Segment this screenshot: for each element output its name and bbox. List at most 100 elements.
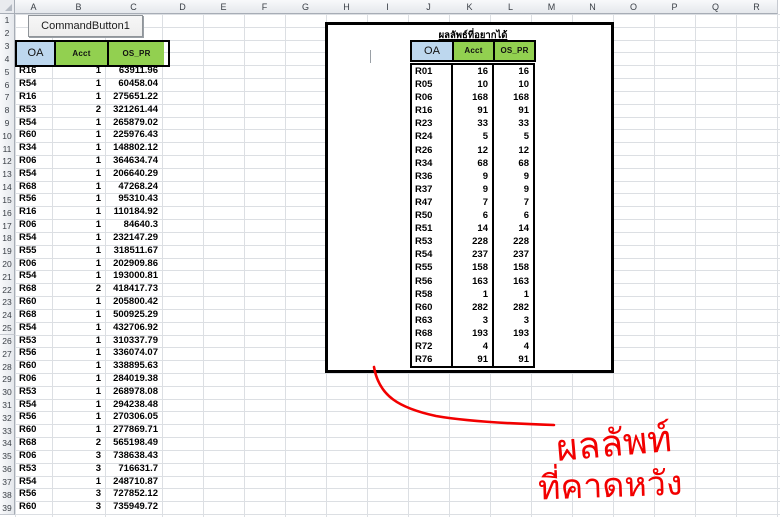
cell-C13[interactable]: 206640.29	[106, 168, 162, 181]
row-header-13[interactable]: 13	[0, 168, 15, 182]
row-header-11[interactable]: 11	[0, 142, 15, 156]
row-header-23[interactable]: 23	[0, 296, 15, 310]
row-header-22[interactable]: 22	[0, 283, 15, 297]
cell-C26[interactable]: 310337.79	[106, 335, 162, 348]
row-header-16[interactable]: 16	[0, 206, 15, 220]
row-header-37[interactable]: 37	[0, 476, 15, 490]
cell-B8[interactable]: 2	[53, 104, 105, 117]
cell-A31[interactable]: R54	[16, 399, 52, 412]
cell-B31[interactable]: 1	[53, 399, 105, 412]
cell-C21[interactable]: 193000.81	[106, 270, 162, 283]
cell-A29[interactable]: R06	[16, 373, 52, 386]
row-header-8[interactable]: 8	[0, 104, 15, 118]
cell-A38[interactable]: R56	[16, 488, 52, 501]
row-header-20[interactable]: 20	[0, 258, 15, 272]
cell-B39[interactable]: 3	[53, 501, 105, 514]
cell-C30[interactable]: 268978.08	[106, 386, 162, 399]
cell-A36[interactable]: R53	[16, 463, 52, 476]
cell-C37[interactable]: 248710.87	[106, 476, 162, 489]
row-header-19[interactable]: 19	[0, 245, 15, 259]
row-header-6[interactable]: 6	[0, 78, 15, 92]
row-header-34[interactable]: 34	[0, 437, 15, 451]
cell-C7[interactable]: 275651.22	[106, 91, 162, 104]
column-header-F[interactable]: F	[244, 0, 286, 14]
cell-A14[interactable]: R68	[16, 181, 52, 194]
column-header-R[interactable]: R	[736, 0, 778, 14]
cell-C25[interactable]: 432706.92	[106, 322, 162, 335]
column-header-K[interactable]: K	[449, 0, 491, 14]
cell-C20[interactable]: 202909.86	[106, 258, 162, 271]
cell-B18[interactable]: 1	[53, 232, 105, 245]
row-header-26[interactable]: 26	[0, 335, 15, 349]
row-header-15[interactable]: 15	[0, 193, 15, 207]
cell-C29[interactable]: 284019.38	[106, 373, 162, 386]
cell-A7[interactable]: R16	[16, 91, 52, 104]
main-header-acct[interactable]: Acct	[54, 42, 107, 66]
cell-A23[interactable]: R60	[16, 296, 52, 309]
row-header-39[interactable]: 39	[0, 501, 15, 515]
cell-C23[interactable]: 205800.42	[106, 296, 162, 309]
cell-C12[interactable]: 364634.74	[106, 155, 162, 168]
cell-B19[interactable]: 1	[53, 245, 105, 258]
cell-C17[interactable]: 84640.3	[106, 219, 162, 232]
row-header-7[interactable]: 7	[0, 91, 15, 105]
row-header-17[interactable]: 17	[0, 219, 15, 233]
cell-A26[interactable]: R53	[16, 335, 52, 348]
cell-A20[interactable]: R06	[16, 258, 52, 271]
row-header-29[interactable]: 29	[0, 373, 15, 387]
cell-B38[interactable]: 3	[53, 488, 105, 501]
cell-C11[interactable]: 148802.12	[106, 142, 162, 155]
column-header-E[interactable]: E	[203, 0, 245, 14]
row-header-25[interactable]: 25	[0, 322, 15, 336]
cell-B15[interactable]: 1	[53, 193, 105, 206]
row-header-14[interactable]: 14	[0, 181, 15, 195]
cell-B34[interactable]: 2	[53, 437, 105, 450]
column-header-P[interactable]: P	[654, 0, 696, 14]
row-header-36[interactable]: 36	[0, 463, 15, 477]
cell-A30[interactable]: R53	[16, 386, 52, 399]
cell-C31[interactable]: 294238.48	[106, 399, 162, 412]
cell-B16[interactable]: 1	[53, 206, 105, 219]
cell-A16[interactable]: R16	[16, 206, 52, 219]
row-header-1[interactable]: 1	[0, 14, 15, 28]
cell-B36[interactable]: 3	[53, 463, 105, 476]
cell-A17[interactable]: R06	[16, 219, 52, 232]
cell-B32[interactable]: 1	[53, 411, 105, 424]
cell-B26[interactable]: 1	[53, 335, 105, 348]
cell-A19[interactable]: R55	[16, 245, 52, 258]
column-header-D[interactable]: D	[162, 0, 204, 14]
row-header-4[interactable]: 4	[0, 52, 15, 66]
cell-C38[interactable]: 727852.12	[106, 488, 162, 501]
row-header-12[interactable]: 12	[0, 155, 15, 169]
cell-A39[interactable]: R60	[16, 501, 52, 514]
column-header-G[interactable]: G	[285, 0, 327, 14]
cell-B20[interactable]: 1	[53, 258, 105, 271]
cell-A8[interactable]: R53	[16, 104, 52, 117]
column-header-N[interactable]: N	[572, 0, 614, 14]
cell-B21[interactable]: 1	[53, 270, 105, 283]
cell-B22[interactable]: 2	[53, 283, 105, 296]
cell-B14[interactable]: 1	[53, 181, 105, 194]
cell-B7[interactable]: 1	[53, 91, 105, 104]
cell-C27[interactable]: 336074.07	[106, 347, 162, 360]
column-header-H[interactable]: H	[326, 0, 368, 14]
row-header-24[interactable]: 24	[0, 309, 15, 323]
cell-C36[interactable]: 716631.7	[106, 463, 162, 476]
cell-A15[interactable]: R56	[16, 193, 52, 206]
cell-A18[interactable]: R54	[16, 232, 52, 245]
cell-B10[interactable]: 1	[53, 129, 105, 142]
cell-A25[interactable]: R54	[16, 322, 52, 335]
cell-B28[interactable]: 1	[53, 360, 105, 373]
cell-C32[interactable]: 270306.05	[106, 411, 162, 424]
cell-C24[interactable]: 500925.29	[106, 309, 162, 322]
cell-C15[interactable]: 95310.43	[106, 193, 162, 206]
column-header-I[interactable]: I	[367, 0, 409, 14]
cell-B35[interactable]: 3	[53, 450, 105, 463]
cell-B30[interactable]: 1	[53, 386, 105, 399]
column-header-A[interactable]: A	[15, 0, 53, 14]
cell-A33[interactable]: R60	[16, 424, 52, 437]
cell-B25[interactable]: 1	[53, 322, 105, 335]
row-header-18[interactable]: 18	[0, 232, 15, 246]
cell-B33[interactable]: 1	[53, 424, 105, 437]
row-header-21[interactable]: 21	[0, 270, 15, 284]
